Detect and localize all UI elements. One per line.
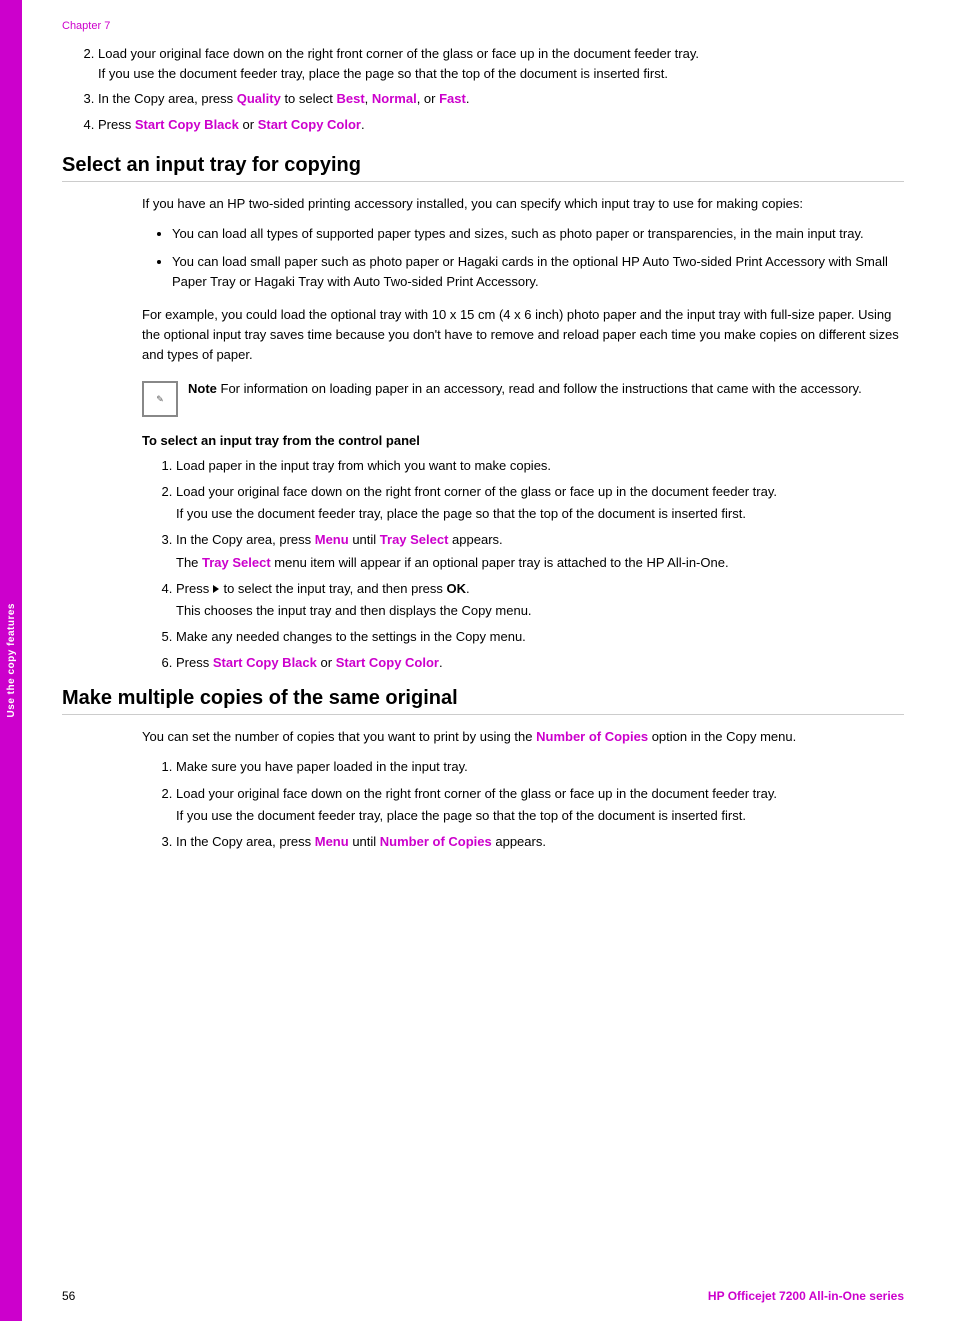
section2-heading: Make multiple copies of the same origina… <box>62 687 904 715</box>
step-2-1: Make sure you have paper loaded in the i… <box>176 757 904 777</box>
step-1-2: Load your original face down on the righ… <box>176 482 904 524</box>
arrow-icon <box>213 585 219 593</box>
best-label: Best <box>336 91 364 106</box>
sidebar-tab-label: Use the copy features <box>6 603 17 717</box>
menu-label-1: Menu <box>315 532 349 547</box>
bullet-item-1: You can load all types of supported pape… <box>172 224 904 244</box>
section1-steps: Load paper in the input tray from which … <box>158 456 904 673</box>
start-copy-color-label: Start Copy Color <box>258 117 361 132</box>
section1-heading: Select an input tray for copying <box>62 154 904 182</box>
chapter-header: Chapter 7 <box>62 20 904 32</box>
note-body: For information on loading paper in an a… <box>221 381 862 396</box>
intro-list-item-3: In the Copy area, press Quality to selec… <box>98 89 904 109</box>
intro-list-item-4: Press Start Copy Black or Start Copy Col… <box>98 115 904 135</box>
tray-select-label-1: Tray Select <box>380 532 449 547</box>
step-1-5: Make any needed changes to the settings … <box>176 627 904 647</box>
step-1-3: In the Copy area, press Menu until Tray … <box>176 530 904 572</box>
section1-bullets: You can load all types of supported pape… <box>172 224 904 292</box>
page-footer: 56 HP Officejet 7200 All-in-One series <box>62 1289 904 1303</box>
bullet-item-2: You can load small paper such as photo p… <box>172 252 904 292</box>
product-name: HP Officejet 7200 All-in-One series <box>708 1289 904 1303</box>
start-copy-black-label: Start Copy Black <box>135 117 239 132</box>
normal-label: Normal <box>372 91 417 106</box>
start-color-label-2: Start Copy Color <box>336 655 439 670</box>
page-number: 56 <box>62 1289 75 1303</box>
tray-select-label-2: Tray Select <box>202 555 271 570</box>
section2-steps: Make sure you have paper loaded in the i… <box>158 757 904 852</box>
section1-intro: If you have an HP two-sided printing acc… <box>142 194 904 214</box>
start-black-label-2: Start Copy Black <box>213 655 317 670</box>
subheading: To select an input tray from the control… <box>142 433 904 448</box>
intro-list-item-2: Load your original face down on the righ… <box>98 44 904 83</box>
fast-label: Fast <box>439 91 466 106</box>
step-1-1: Load paper in the input tray from which … <box>176 456 904 476</box>
section2-intro: You can set the number of copies that yo… <box>142 727 904 747</box>
quality-label: Quality <box>237 91 281 106</box>
sidebar-tab: Use the copy features <box>0 0 22 1321</box>
number-of-copies-label: Number of Copies <box>536 729 648 744</box>
step-2-3: In the Copy area, press Menu until Numbe… <box>176 832 904 852</box>
intro-list: Load your original face down on the righ… <box>82 44 904 134</box>
example-para: For example, you could load the optional… <box>142 305 904 365</box>
step-1-4-sub: This chooses the input tray and then dis… <box>176 601 904 621</box>
main-content: Chapter 7 Load your original face down o… <box>22 0 954 1321</box>
menu-label-2: Menu <box>315 834 349 849</box>
ok-label: OK <box>447 581 467 596</box>
step-2-2: Load your original face down on the righ… <box>176 784 904 826</box>
note-label: Note <box>188 381 217 396</box>
note-icon: ✎ <box>142 381 178 417</box>
note-box: ✎ Note For information on loading paper … <box>142 379 904 417</box>
step-1-6: Press Start Copy Black or Start Copy Col… <box>176 653 904 673</box>
note-text: Note For information on loading paper in… <box>188 379 862 399</box>
noc-label: Number of Copies <box>380 834 492 849</box>
step-1-4: Press to select the input tray, and then… <box>176 579 904 621</box>
